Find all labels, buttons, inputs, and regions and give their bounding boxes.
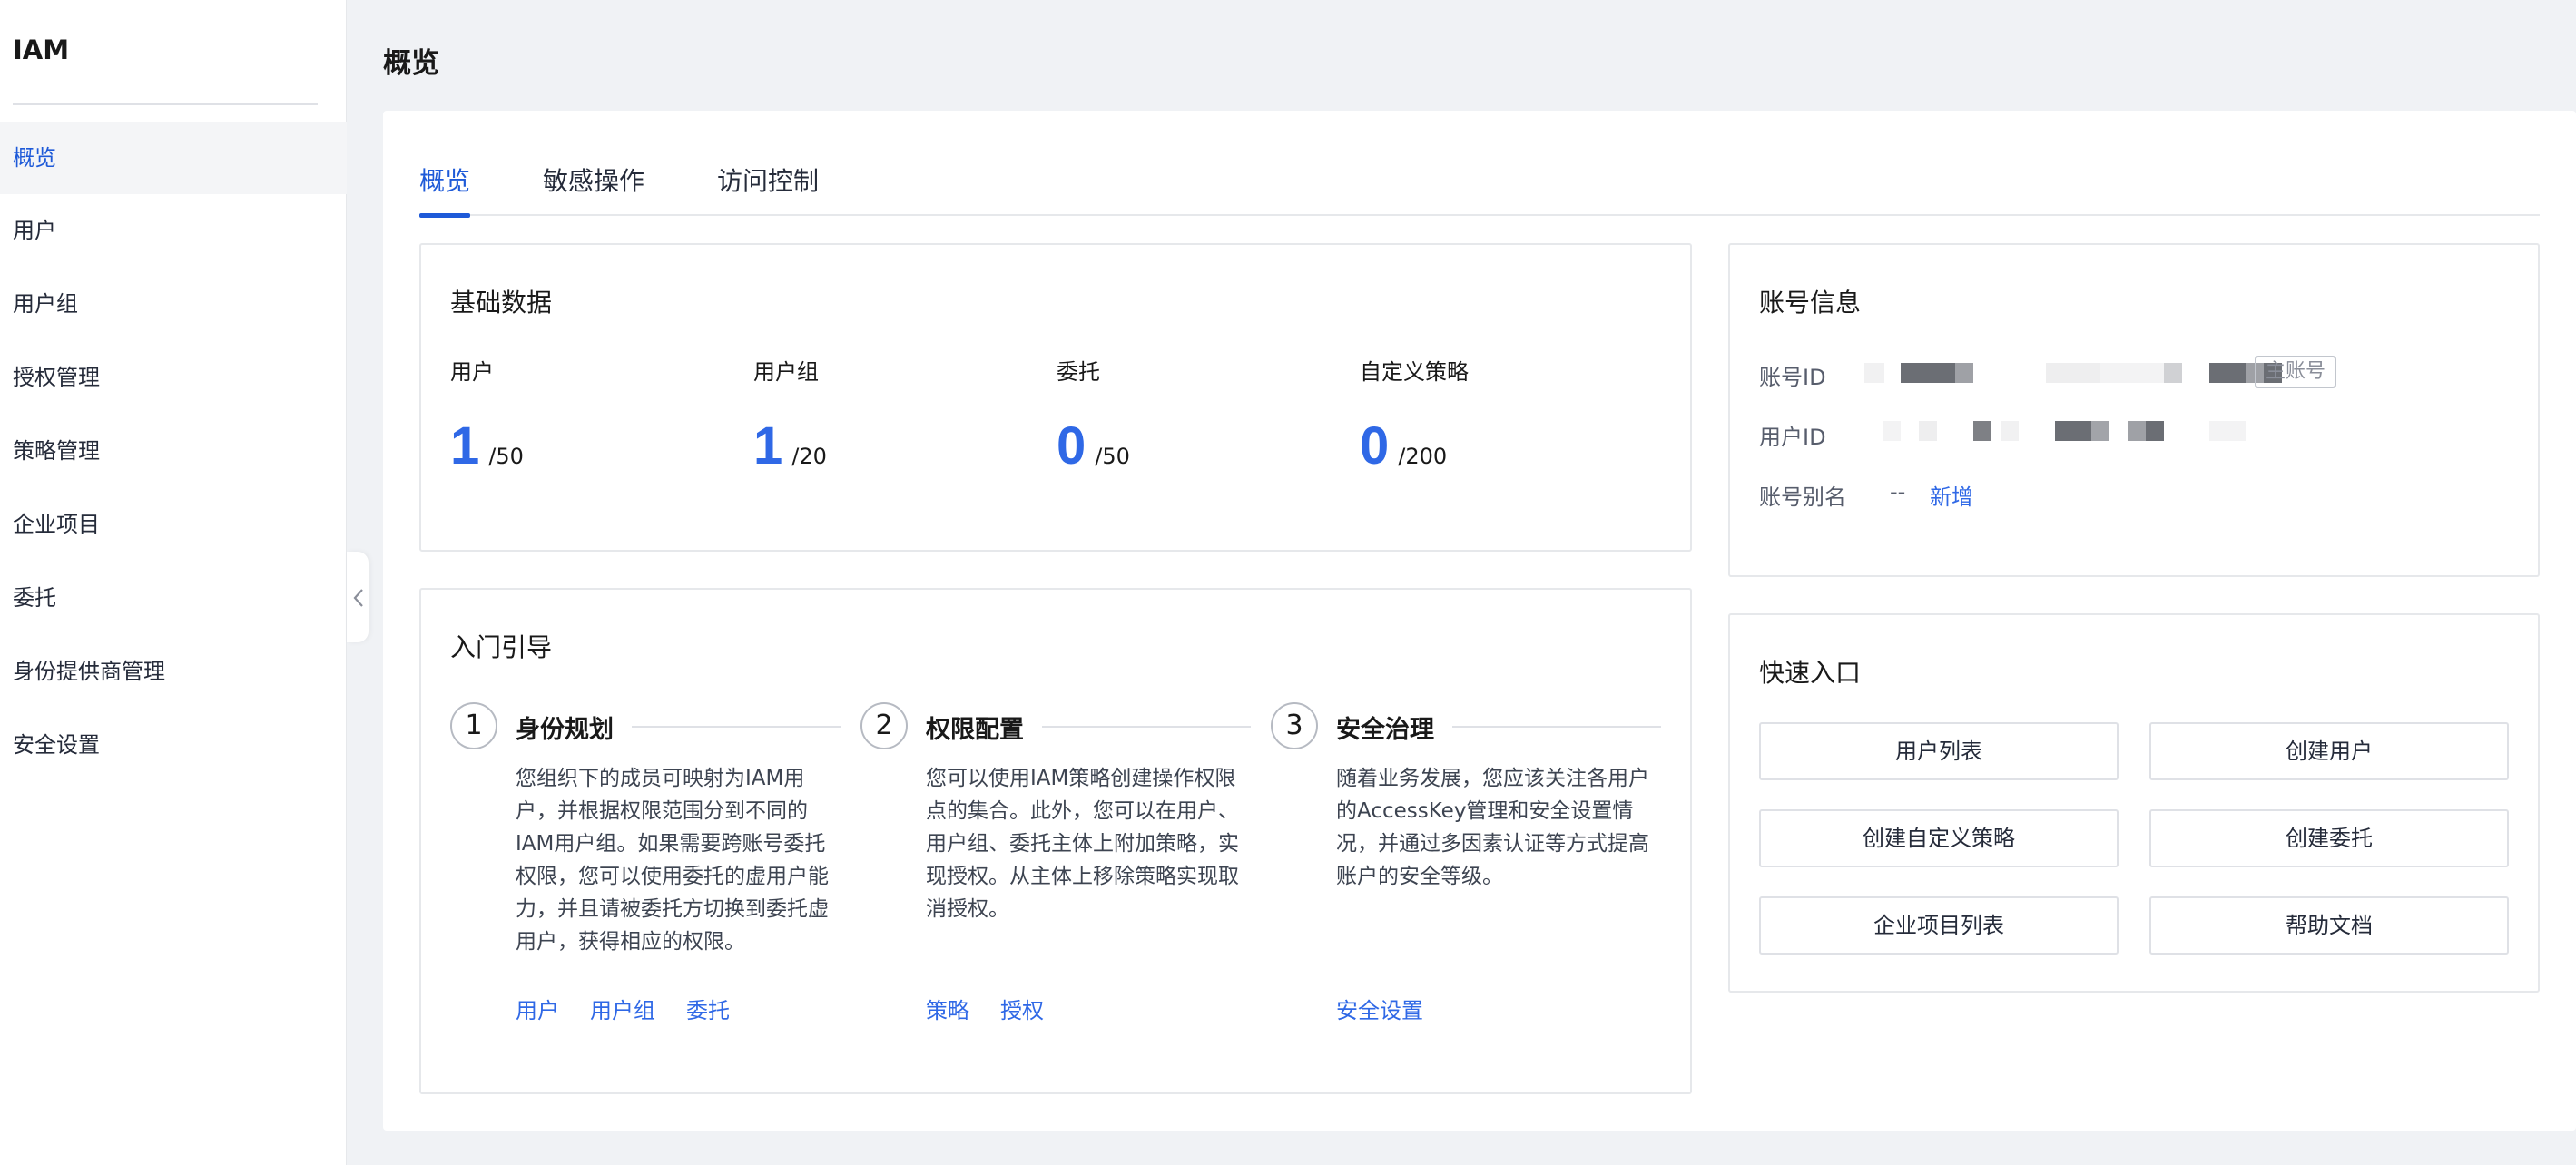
create-agency-button[interactable]: 创建委托: [2149, 809, 2509, 867]
enterprise-project-list-button[interactable]: 企业项目列表: [1759, 896, 2119, 955]
sidebar-item-authorization[interactable]: 授权管理: [0, 341, 347, 414]
account-id-label: 账号ID: [1759, 365, 1826, 390]
step-links: 用户 用户组 委托: [516, 993, 761, 1024]
step-links: 策略 授权: [926, 993, 1075, 1024]
step-title: 身份规划: [516, 716, 614, 744]
step-links: 安全设置: [1336, 993, 1454, 1024]
create-custom-policy-button[interactable]: 创建自定义策略: [1759, 809, 2119, 867]
step-number: 1: [450, 702, 497, 749]
stat-max: /50: [1095, 444, 1130, 469]
step-connector: [1042, 726, 1251, 728]
sidebar-item-enterprise-projects[interactable]: 企业项目: [0, 488, 347, 561]
stat-agencies: 委托 0/50: [1057, 354, 1130, 475]
sidebar: IAM 概览 用户 用户组 授权管理 策略管理 企业项目 委托 身份提供商管理 …: [0, 0, 347, 1165]
main-account-tag: 主账号: [2255, 356, 2337, 388]
basic-data-panel: 基础数据 用户 1/50 用户组 1/20 委托 0/50 自定义策略 0/20…: [419, 243, 1692, 552]
sidebar-collapse-button[interactable]: [347, 552, 369, 642]
link-users[interactable]: 用户: [516, 998, 559, 1023]
sidebar-item-agencies[interactable]: 委托: [0, 562, 347, 634]
stat-custom-policies: 自定义策略 0/200: [1360, 354, 1469, 475]
user-id-label: 用户ID: [1759, 425, 1826, 450]
account-info-panel: 账号信息 账号ID 主账号 用户ID 账号别名 -- 新增: [1728, 243, 2540, 577]
tab-overview[interactable]: 概览: [419, 158, 471, 218]
stat-user-groups: 用户组 1/20: [753, 354, 827, 475]
account-alias-label: 账号别名: [1759, 485, 1846, 510]
basic-data-title: 基础数据: [450, 288, 553, 318]
stat-number[interactable]: 1: [753, 416, 782, 475]
sidebar-divider: [13, 103, 318, 105]
stat-max: /50: [488, 444, 524, 469]
stat-max: /200: [1398, 444, 1448, 469]
create-user-button[interactable]: 创建用户: [2149, 722, 2509, 780]
link-security-settings[interactable]: 安全设置: [1336, 998, 1423, 1023]
step-connector: [632, 726, 841, 728]
stat-number[interactable]: 1: [450, 416, 479, 475]
sidebar-item-user-groups[interactable]: 用户组: [0, 268, 347, 340]
step-number: 2: [860, 702, 908, 749]
sidebar-title: IAM: [13, 34, 70, 65]
step-connector: [1452, 726, 1661, 728]
stat-number[interactable]: 0: [1057, 416, 1086, 475]
page-title: 概览: [383, 47, 439, 80]
user-list-button[interactable]: 用户列表: [1759, 722, 2119, 780]
quick-entry-panel: 快速入口 用户列表 创建用户 创建自定义策略 创建委托 企业项目列表 帮助文档: [1728, 613, 2540, 993]
stat-label: 用户组: [753, 359, 819, 385]
step-description: 您组织下的成员可映射为IAM用户，并根据权限范围分到不同的IAM用户组。如果需要…: [516, 767, 829, 954]
tab-bar: 概览 敏感操作 访问控制: [419, 158, 2540, 218]
step-title: 安全治理: [1336, 716, 1434, 744]
stat-value: 0/200: [1360, 416, 1447, 476]
link-agencies[interactable]: 委托: [686, 998, 730, 1023]
link-authorization[interactable]: 授权: [1000, 998, 1044, 1023]
stat-users: 用户 1/50: [450, 354, 524, 475]
stat-number[interactable]: 0: [1360, 416, 1389, 475]
tab-sensitive-operations[interactable]: 敏感操作: [543, 158, 644, 216]
add-alias-link[interactable]: 新增: [1930, 479, 1973, 511]
stat-value: 1/20: [753, 416, 827, 476]
link-user-groups[interactable]: 用户组: [590, 998, 655, 1023]
stat-label: 委托: [1057, 359, 1100, 385]
sidebar-item-policies[interactable]: 策略管理: [0, 415, 347, 487]
stat-label: 用户: [450, 359, 494, 385]
step-title: 权限配置: [926, 716, 1024, 744]
sidebar-item-overview[interactable]: 概览: [0, 122, 347, 194]
tab-access-control[interactable]: 访问控制: [717, 158, 819, 216]
link-policies[interactable]: 策略: [926, 998, 969, 1023]
stat-value: 1/50: [450, 416, 524, 476]
step-description: 随着业务发展，您应该关注各用户的AccessKey管理和安全设置情况，并通过多因…: [1336, 767, 1649, 888]
chevron-left-icon: [353, 589, 363, 607]
stat-max: /20: [791, 444, 827, 469]
sidebar-item-identity-providers[interactable]: 身份提供商管理: [0, 635, 347, 708]
sidebar-item-security-settings[interactable]: 安全设置: [0, 709, 347, 781]
help-docs-button[interactable]: 帮助文档: [2149, 896, 2509, 955]
account-id-value-masked: [1864, 363, 2282, 383]
stat-value: 0/50: [1057, 416, 1130, 476]
quick-entry-title: 快速入口: [1759, 658, 1862, 688]
getting-started-panel: 入门引导 1 身份规划 您组织下的成员可映射为IAM用户，并根据权限范围分到不同…: [419, 588, 1692, 1094]
step-number: 3: [1271, 702, 1318, 749]
getting-started-title: 入门引导: [450, 632, 553, 662]
account-alias-value: --: [1890, 479, 1906, 504]
user-id-value-masked: [1883, 421, 2246, 441]
stat-label: 自定义策略: [1360, 359, 1469, 385]
account-info-title: 账号信息: [1759, 288, 1862, 318]
sidebar-item-users[interactable]: 用户: [0, 194, 347, 267]
step-description: 您可以使用IAM策略创建操作权限点的集合。此外，您可以在用户、用户组、委托主体上…: [926, 767, 1239, 921]
